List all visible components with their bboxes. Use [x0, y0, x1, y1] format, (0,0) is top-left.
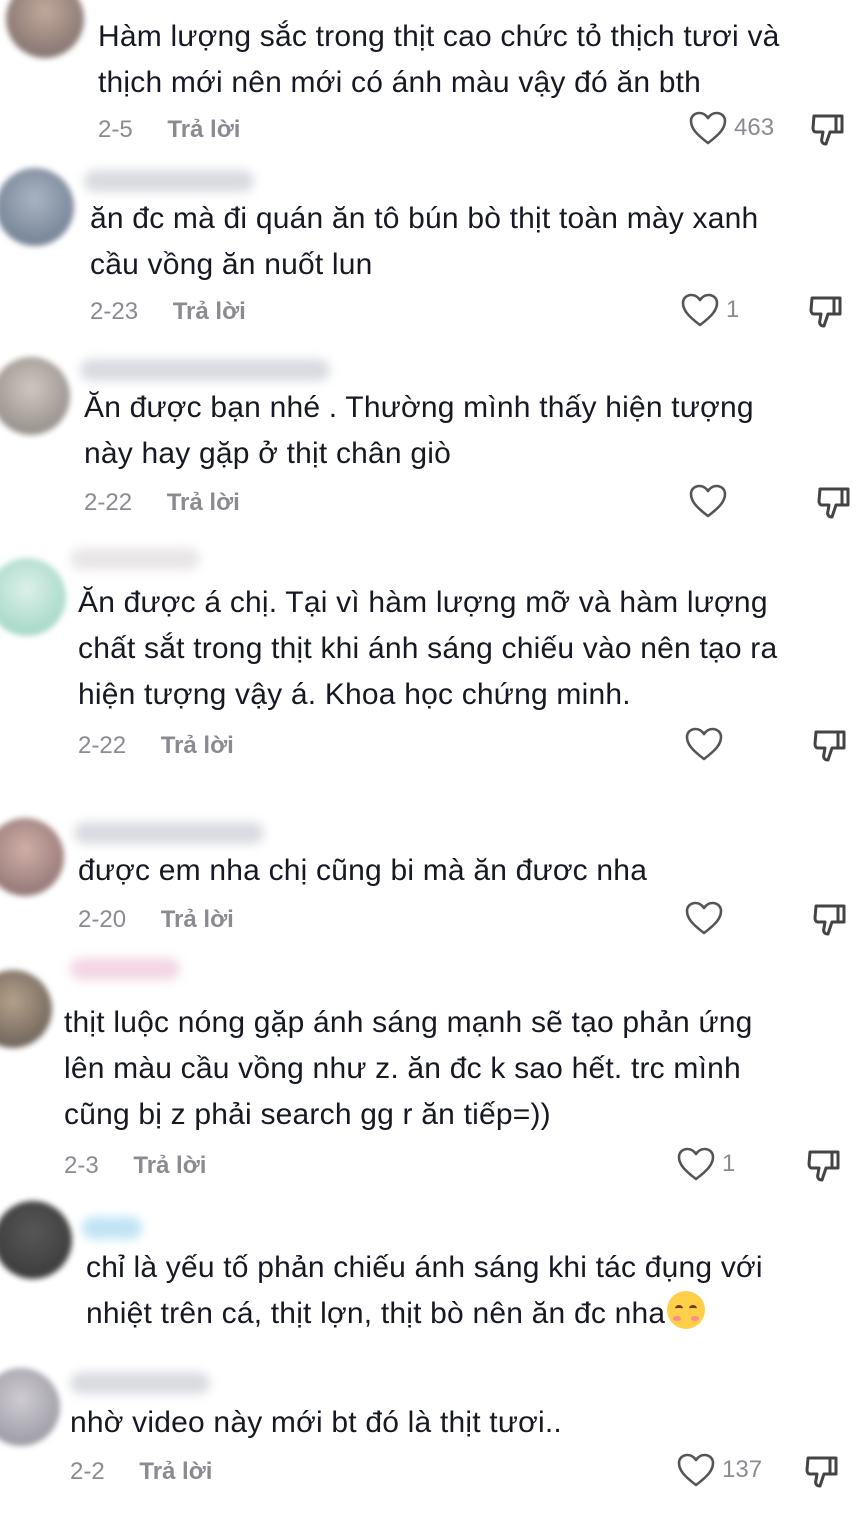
- reply-button[interactable]: Trả lời: [167, 489, 240, 517]
- thumbs-down-icon: [813, 904, 846, 936]
- dislike-button[interactable]: [812, 902, 848, 943]
- heart-icon: [689, 484, 727, 518]
- avatar[interactable]: [0, 818, 64, 896]
- heart-icon: [689, 111, 727, 145]
- avatar[interactable]: [0, 970, 52, 1048]
- avatar[interactable]: [0, 168, 74, 246]
- comment-text: Hàm lượng sắc trong thịt cao chức tỏ thị…: [98, 20, 780, 99]
- heart-icon: [685, 901, 723, 935]
- reply-button[interactable]: Trả lời: [173, 298, 246, 326]
- username-blurred: [70, 958, 180, 980]
- comment-date: 2-23: [90, 298, 139, 325]
- username-blurred: [80, 359, 330, 381]
- dislike-button[interactable]: [812, 728, 848, 769]
- comment-date: 2-2: [70, 1458, 105, 1485]
- comment-date: 2-22: [84, 489, 133, 516]
- like-count: 1: [722, 1150, 736, 1177]
- like-button[interactable]: 1: [676, 1146, 735, 1182]
- comment-text: Ăn được bạn nhé . Thường mình thấy hiện …: [84, 391, 754, 470]
- avatar[interactable]: [0, 1201, 72, 1279]
- avatar[interactable]: [0, 357, 70, 435]
- reply-button[interactable]: Trả lời: [139, 1458, 212, 1486]
- dislike-button[interactable]: [816, 485, 852, 526]
- like-button[interactable]: [684, 900, 730, 936]
- dislike-button[interactable]: [808, 294, 844, 335]
- avatar[interactable]: [0, 1368, 60, 1446]
- thumbs-down-icon: [805, 1456, 838, 1488]
- dislike-button[interactable]: [806, 1148, 842, 1189]
- avatar[interactable]: [0, 558, 66, 636]
- username-blurred: [70, 1372, 210, 1394]
- like-count: 463: [734, 114, 775, 141]
- like-button[interactable]: 137: [676, 1452, 762, 1488]
- like-count: 137: [722, 1456, 763, 1483]
- username-blurred: [82, 1217, 142, 1239]
- comment-meta: 2-5 Trả lời: [98, 116, 240, 144]
- comment-text: ăn đc mà đi quán ăn tô bún bò thịt toàn …: [90, 202, 759, 281]
- comment-text: được em nha chị cũng bi mà ăn đươc nha: [78, 854, 648, 887]
- thumbs-down-icon: [817, 487, 850, 519]
- reply-button[interactable]: Trả lời: [133, 1152, 206, 1180]
- thumbs-down-icon: [809, 296, 842, 328]
- like-count: 1: [726, 296, 740, 323]
- like-button[interactable]: 1: [680, 292, 739, 328]
- comment-date: 2-22: [78, 732, 127, 759]
- heart-icon: [681, 293, 719, 327]
- heart-icon: [677, 1453, 715, 1487]
- reply-button[interactable]: Trả lời: [167, 116, 240, 144]
- comment-text: thịt luộc nóng gặp ánh sáng mạnh sẽ tạo …: [64, 1006, 753, 1131]
- username-blurred: [70, 548, 200, 570]
- dislike-button[interactable]: [810, 112, 846, 153]
- thumbs-down-icon: [811, 114, 844, 146]
- comment-date: 2-20: [78, 906, 127, 933]
- avatar[interactable]: [6, 0, 84, 58]
- heart-icon: [677, 1147, 715, 1181]
- reply-button[interactable]: Trả lời: [161, 732, 234, 760]
- comment-text: Ăn được á chị. Tại vì hàm lượng mỡ và hà…: [78, 586, 778, 711]
- comment-meta: 2-22 Trả lời: [84, 489, 240, 517]
- reply-button[interactable]: Trả lời: [161, 906, 234, 934]
- dislike-button[interactable]: [804, 1454, 840, 1495]
- heart-icon: [685, 727, 723, 761]
- comment-date: 2-5: [98, 116, 133, 143]
- like-button[interactable]: [688, 483, 734, 519]
- like-button[interactable]: [684, 726, 730, 762]
- comment-text: nhờ video này mới bt đó là thịt tươi..: [70, 1406, 562, 1439]
- username-blurred: [84, 170, 254, 192]
- comment-meta: 2-3 Trả lời: [64, 1152, 206, 1180]
- comment-meta: 2-20 Trả lời: [78, 906, 234, 934]
- thumbs-down-icon: [807, 1150, 840, 1182]
- thumbs-down-icon: [813, 730, 846, 762]
- comment-text: chỉ là yếu tố phản chiếu ánh sáng khi tá…: [86, 1245, 763, 1337]
- like-button[interactable]: 463: [688, 110, 774, 146]
- comment-text-content: chỉ là yếu tố phản chiếu ánh sáng khi tá…: [86, 1251, 763, 1330]
- comment-meta: 2-22 Trả lời: [78, 732, 234, 760]
- username-blurred: [74, 822, 264, 844]
- smiling-face-with-hearts-icon: [667, 1291, 706, 1329]
- comment-date: 2-3: [64, 1152, 99, 1179]
- comment-meta: 2-23 Trả lời: [90, 298, 246, 326]
- comment-meta: 2-2 Trả lời: [70, 1458, 212, 1486]
